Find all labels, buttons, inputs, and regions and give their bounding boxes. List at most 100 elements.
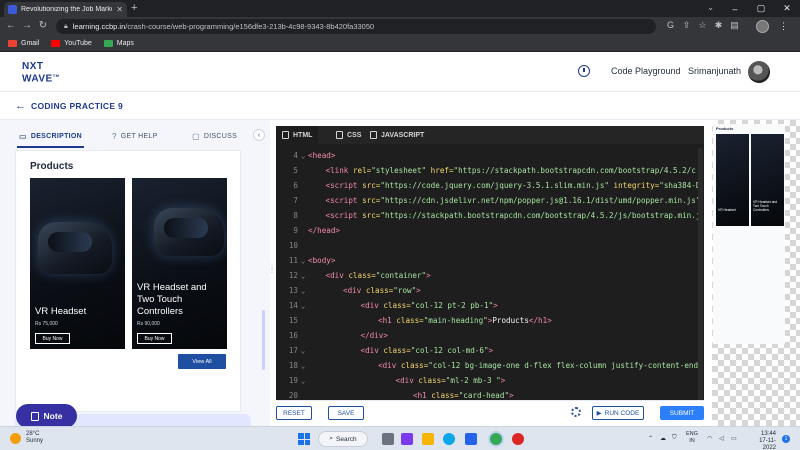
- tab-search-icon[interactable]: ⌄: [707, 3, 714, 12]
- close-tab-icon[interactable]: ✕: [116, 5, 123, 14]
- fold-chevron-icon[interactable]: ⌄: [298, 358, 308, 373]
- forward-arrow-icon[interactable]: →: [20, 20, 34, 31]
- buy-now-button[interactable]: Buy Now: [137, 333, 172, 344]
- code-line[interactable]: 19 ⌄ <div class="ml-2 mb-3 ">: [276, 373, 704, 388]
- fold-chevron-icon[interactable]: ⌄: [298, 148, 308, 163]
- code-line[interactable]: 11 ⌄ <body>: [276, 253, 704, 268]
- store-icon[interactable]: [465, 433, 477, 445]
- teams-icon[interactable]: [401, 433, 413, 445]
- reset-button[interactable]: RESET: [276, 406, 312, 420]
- onedrive-icon[interactable]: ☁: [660, 435, 666, 442]
- tab-description[interactable]: ▭ DESCRIPTION: [17, 126, 84, 148]
- nxtwave-logo[interactable]: NXT WAVETM: [22, 62, 60, 84]
- more-menu-icon[interactable]: ⋮: [779, 21, 788, 32]
- fold-chevron-icon[interactable]: ⌄: [298, 343, 308, 358]
- close-window-icon[interactable]: ✕: [774, 3, 800, 14]
- view-all-button[interactable]: View All: [178, 354, 226, 369]
- code-line[interactable]: 13 ⌄ <div class="row">: [276, 283, 704, 298]
- editor-footer: RESET SAVE ▶ RUN CODE SUBMIT: [276, 400, 704, 426]
- code-token: "https://stackpath.bootstrapcdn.com/boot…: [380, 211, 701, 220]
- extensions-icon[interactable]: ▤: [728, 20, 741, 31]
- fold-chevron-icon[interactable]: ⌄: [298, 268, 308, 283]
- chrome-icon[interactable]: [490, 433, 502, 445]
- code-token: "card-head": [458, 391, 510, 400]
- url-input[interactable]: 🔒︎ learning.ccbp.in/crash-course/web-pro…: [56, 19, 656, 34]
- google-icon[interactable]: G: [664, 20, 677, 30]
- task-view-icon[interactable]: [382, 433, 394, 445]
- battery-icon[interactable]: ▭: [731, 435, 737, 442]
- bookmark-gmail[interactable]: Gmail: [8, 40, 39, 47]
- settings-gear-icon[interactable]: [571, 407, 581, 417]
- fold-chevron-icon[interactable]: ⌄: [298, 283, 308, 298]
- note-button[interactable]: Note: [16, 404, 77, 428]
- user-avatar[interactable]: [748, 61, 770, 83]
- fold-chevron-icon[interactable]: ⌄: [298, 253, 308, 268]
- code-line[interactable]: 14 ⌄ <div class="col-12 pt-2 pb-1">: [276, 298, 704, 313]
- wifi-icon[interactable]: ◠: [707, 435, 712, 442]
- buy-now-button[interactable]: Buy Now: [35, 333, 70, 344]
- code-line[interactable]: 16 </div>: [276, 328, 704, 343]
- fold-chevron-icon[interactable]: ⌄: [298, 373, 308, 388]
- css-icon: [336, 131, 343, 139]
- code-token: <div: [378, 361, 401, 370]
- submit-button[interactable]: SUBMIT: [660, 406, 704, 420]
- code-line[interactable]: 8 <script src="https://stackpath.bootstra…: [276, 208, 704, 223]
- code-line[interactable]: 20 <h1 class="card-head">: [276, 388, 704, 400]
- taskbar-search[interactable]: ⌕ Search: [318, 431, 368, 447]
- username[interactable]: Srimanjunath: [688, 66, 741, 76]
- editor-scrollbar[interactable]: [698, 148, 703, 400]
- clock[interactable]: 13:44 17-11-2022: [748, 431, 776, 450]
- code-line[interactable]: 12 ⌄ <div class="container">: [276, 268, 704, 283]
- address-bar-row: ← → ↻ 🔒︎ learning.ccbp.in/crash-course/w…: [0, 17, 800, 36]
- edge-icon[interactable]: [443, 433, 455, 445]
- code-line[interactable]: 4 ⌄ <head>: [276, 148, 704, 163]
- tray-chevron-icon[interactable]: ⌃: [648, 435, 653, 442]
- code-area[interactable]: 4 ⌄ <head> 5 <link rel="stylesheet" href="ht…: [276, 148, 704, 400]
- reload-icon[interactable]: ↻: [36, 20, 50, 31]
- run-code-button[interactable]: ▶ RUN CODE: [592, 406, 644, 420]
- tab-javascript[interactable]: JAVASCRIPT: [364, 126, 430, 144]
- back-icon[interactable]: ←: [15, 100, 26, 112]
- timer-icon[interactable]: [578, 65, 590, 77]
- bookmark-youtube[interactable]: YouTube: [51, 40, 92, 47]
- collapse-panel-button[interactable]: ‹: [253, 129, 265, 141]
- tab-get-help[interactable]: ? GET HELP: [112, 126, 158, 146]
- code-line[interactable]: 9 </head>: [276, 223, 704, 238]
- panel-splitter-handle[interactable]: ⋮ ⋮: [269, 264, 275, 274]
- app-icon[interactable]: [512, 433, 524, 445]
- code-line[interactable]: 10: [276, 238, 704, 253]
- code-token: "container": [375, 271, 427, 280]
- tab-discuss[interactable]: ▢ DISCUSS: [192, 126, 237, 146]
- share-icon[interactable]: ⇪: [680, 20, 693, 31]
- fold-chevron-icon[interactable]: ⌄: [298, 298, 308, 313]
- windows-start-icon[interactable]: [298, 433, 310, 445]
- language-indicator[interactable]: ENG IN: [686, 431, 698, 445]
- panel-scrollbar[interactable]: [262, 310, 265, 370]
- code-line[interactable]: 15 <h1 class="main-heading">Products</h1>: [276, 313, 704, 328]
- code-line[interactable]: 5 <link rel="stylesheet" href="https://st…: [276, 163, 704, 178]
- save-button[interactable]: SAVE: [328, 406, 364, 420]
- maximize-icon[interactable]: ▢: [748, 3, 774, 14]
- weather-widget[interactable]: 28°C Sunny: [26, 431, 43, 445]
- weather-sun-icon[interactable]: [10, 433, 21, 444]
- tab-html[interactable]: HTML: [276, 126, 319, 144]
- bookmark-star-icon[interactable]: ☆: [696, 20, 709, 31]
- code-line[interactable]: 17 ⌄ <div class="col-12 col-md-6">: [276, 343, 704, 358]
- bookmark-maps[interactable]: Maps: [103, 40, 134, 47]
- tab-css[interactable]: CSS: [330, 126, 367, 144]
- code-line[interactable]: 6 <script src="https://code.jquery.com/jq…: [276, 178, 704, 193]
- volume-icon[interactable]: ◁: [719, 435, 724, 442]
- minimize-icon[interactable]: –: [722, 4, 748, 14]
- puzzle-icon[interactable]: ✱: [712, 20, 725, 31]
- back-arrow-icon[interactable]: ←: [4, 20, 18, 31]
- file-explorer-icon[interactable]: [422, 433, 434, 445]
- code-token: class=: [348, 271, 376, 280]
- code-line[interactable]: 7 <script src="https://cdn.jsdelivr.net/n…: [276, 193, 704, 208]
- shield-icon[interactable]: ⛉: [672, 435, 677, 442]
- new-tab-icon[interactable]: +: [131, 2, 137, 15]
- profile-avatar[interactable]: [756, 20, 769, 33]
- browser-tab[interactable]: Revolutionizing the Job Market | ✕: [4, 2, 127, 17]
- code-line[interactable]: 18 ⌄ <div class="col-12 bg-image-one d-fle…: [276, 358, 704, 373]
- notification-badge[interactable]: 1: [782, 435, 790, 443]
- code-playground-link[interactable]: Code Playground: [611, 66, 681, 76]
